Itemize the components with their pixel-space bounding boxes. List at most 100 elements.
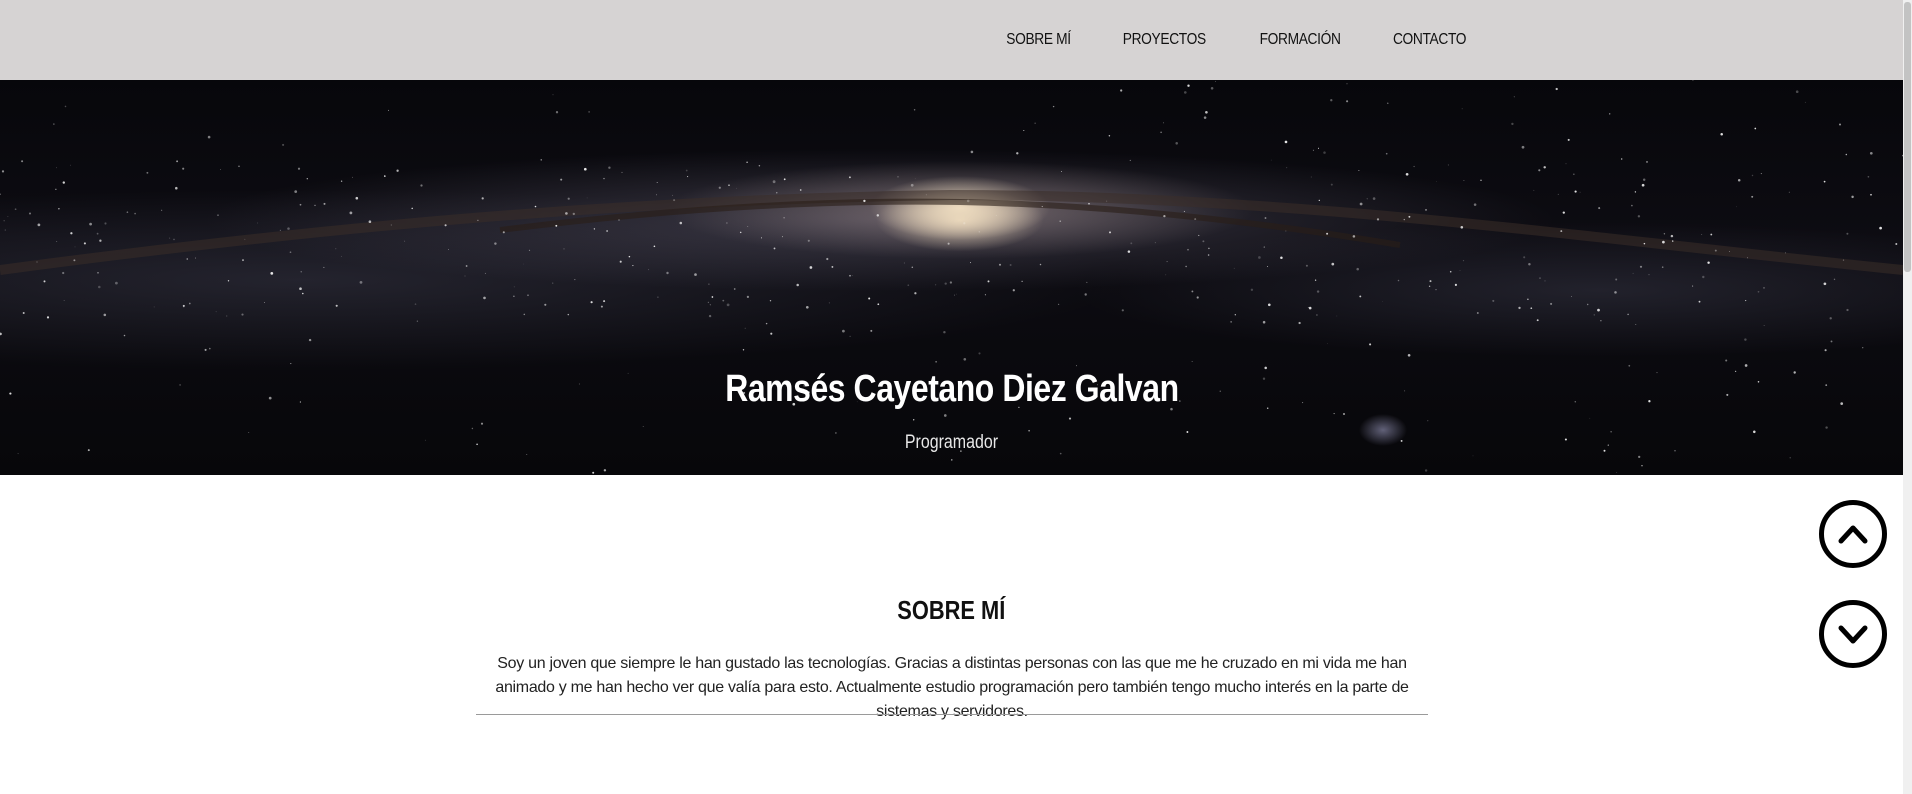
star — [1075, 365, 1077, 367]
star — [477, 219, 479, 222]
star — [3, 220, 5, 222]
nav-item-proyectos[interactable]: PROYECTOS — [1123, 31, 1206, 49]
star — [227, 280, 230, 282]
star — [481, 197, 484, 200]
star — [1305, 264, 1308, 267]
star — [1631, 204, 1633, 207]
star — [340, 180, 343, 182]
star — [1382, 301, 1383, 303]
star — [1405, 172, 1409, 176]
star — [0, 193, 1, 195]
scrollbar-thumb[interactable] — [1904, 2, 1911, 272]
star — [619, 260, 622, 263]
nav-item-contacto[interactable]: CONTACTO — [1393, 31, 1467, 49]
star — [299, 203, 302, 206]
star — [1183, 91, 1187, 94]
star — [1511, 122, 1514, 126]
star — [388, 109, 389, 111]
chevron-down-icon — [1838, 625, 1868, 644]
star — [776, 192, 778, 194]
star — [1627, 313, 1629, 316]
star — [209, 347, 211, 350]
star — [809, 266, 813, 269]
star — [1436, 181, 1437, 182]
star — [1310, 176, 1312, 178]
star — [1725, 359, 1728, 362]
star — [289, 251, 292, 254]
star — [1447, 164, 1449, 166]
star — [70, 232, 73, 235]
star — [308, 338, 312, 342]
star — [104, 222, 107, 225]
star — [169, 237, 171, 239]
star — [1280, 256, 1283, 259]
page-scrollbar[interactable] — [1903, 0, 1912, 794]
star — [1372, 197, 1376, 200]
star — [761, 237, 762, 239]
star — [264, 302, 265, 304]
star — [1084, 293, 1087, 296]
star — [1187, 248, 1189, 251]
star — [606, 230, 608, 232]
star — [648, 269, 650, 271]
star — [642, 426, 644, 428]
star — [1428, 285, 1431, 287]
star — [1637, 215, 1641, 218]
star — [302, 292, 304, 295]
nav-item-sobre-mi[interactable]: SOBRE MÍ — [1006, 31, 1071, 49]
star — [1615, 278, 1618, 281]
star — [1454, 283, 1457, 286]
star — [1472, 455, 1474, 457]
star — [1846, 232, 1849, 235]
star — [709, 304, 711, 306]
star — [1285, 230, 1287, 232]
star — [1692, 285, 1694, 287]
star — [1264, 217, 1267, 219]
star — [1751, 174, 1754, 177]
star — [1823, 282, 1827, 286]
star — [769, 300, 772, 302]
star — [1327, 343, 1328, 345]
star — [1714, 249, 1717, 252]
star — [685, 169, 688, 172]
star — [219, 169, 221, 170]
star — [1870, 193, 1872, 196]
star — [1839, 123, 1841, 126]
star — [1701, 234, 1703, 235]
star — [1425, 209, 1427, 211]
star — [1461, 108, 1463, 110]
star — [1312, 149, 1314, 151]
star — [1154, 242, 1156, 244]
star — [876, 214, 880, 217]
star — [1016, 152, 1019, 155]
star — [805, 305, 809, 309]
star — [1203, 116, 1207, 119]
star — [1634, 191, 1637, 193]
scroll-up-button[interactable] — [1819, 500, 1887, 568]
star — [36, 261, 38, 263]
star — [1621, 158, 1623, 160]
hero-banner: Ramsés Cayetano Diez Galvan Programador — [0, 80, 1903, 475]
star — [987, 280, 990, 283]
star — [799, 189, 802, 191]
star — [471, 427, 474, 430]
star — [1895, 243, 1898, 245]
star — [707, 301, 710, 304]
star — [1573, 173, 1575, 175]
nav-item-formacion[interactable]: FORMACIÓN — [1259, 31, 1340, 49]
star — [1284, 140, 1288, 144]
star — [1662, 240, 1665, 244]
star — [1316, 314, 1318, 316]
scroll-down-button[interactable] — [1819, 600, 1887, 668]
star — [7, 216, 9, 217]
star — [966, 199, 970, 203]
star — [772, 180, 776, 184]
star — [747, 226, 749, 227]
about-title: SOBRE MÍ — [897, 595, 1006, 625]
star — [290, 363, 292, 365]
star — [1670, 234, 1674, 238]
star — [1009, 264, 1012, 266]
star — [465, 265, 468, 267]
star — [1663, 233, 1666, 235]
star — [1346, 83, 1348, 85]
